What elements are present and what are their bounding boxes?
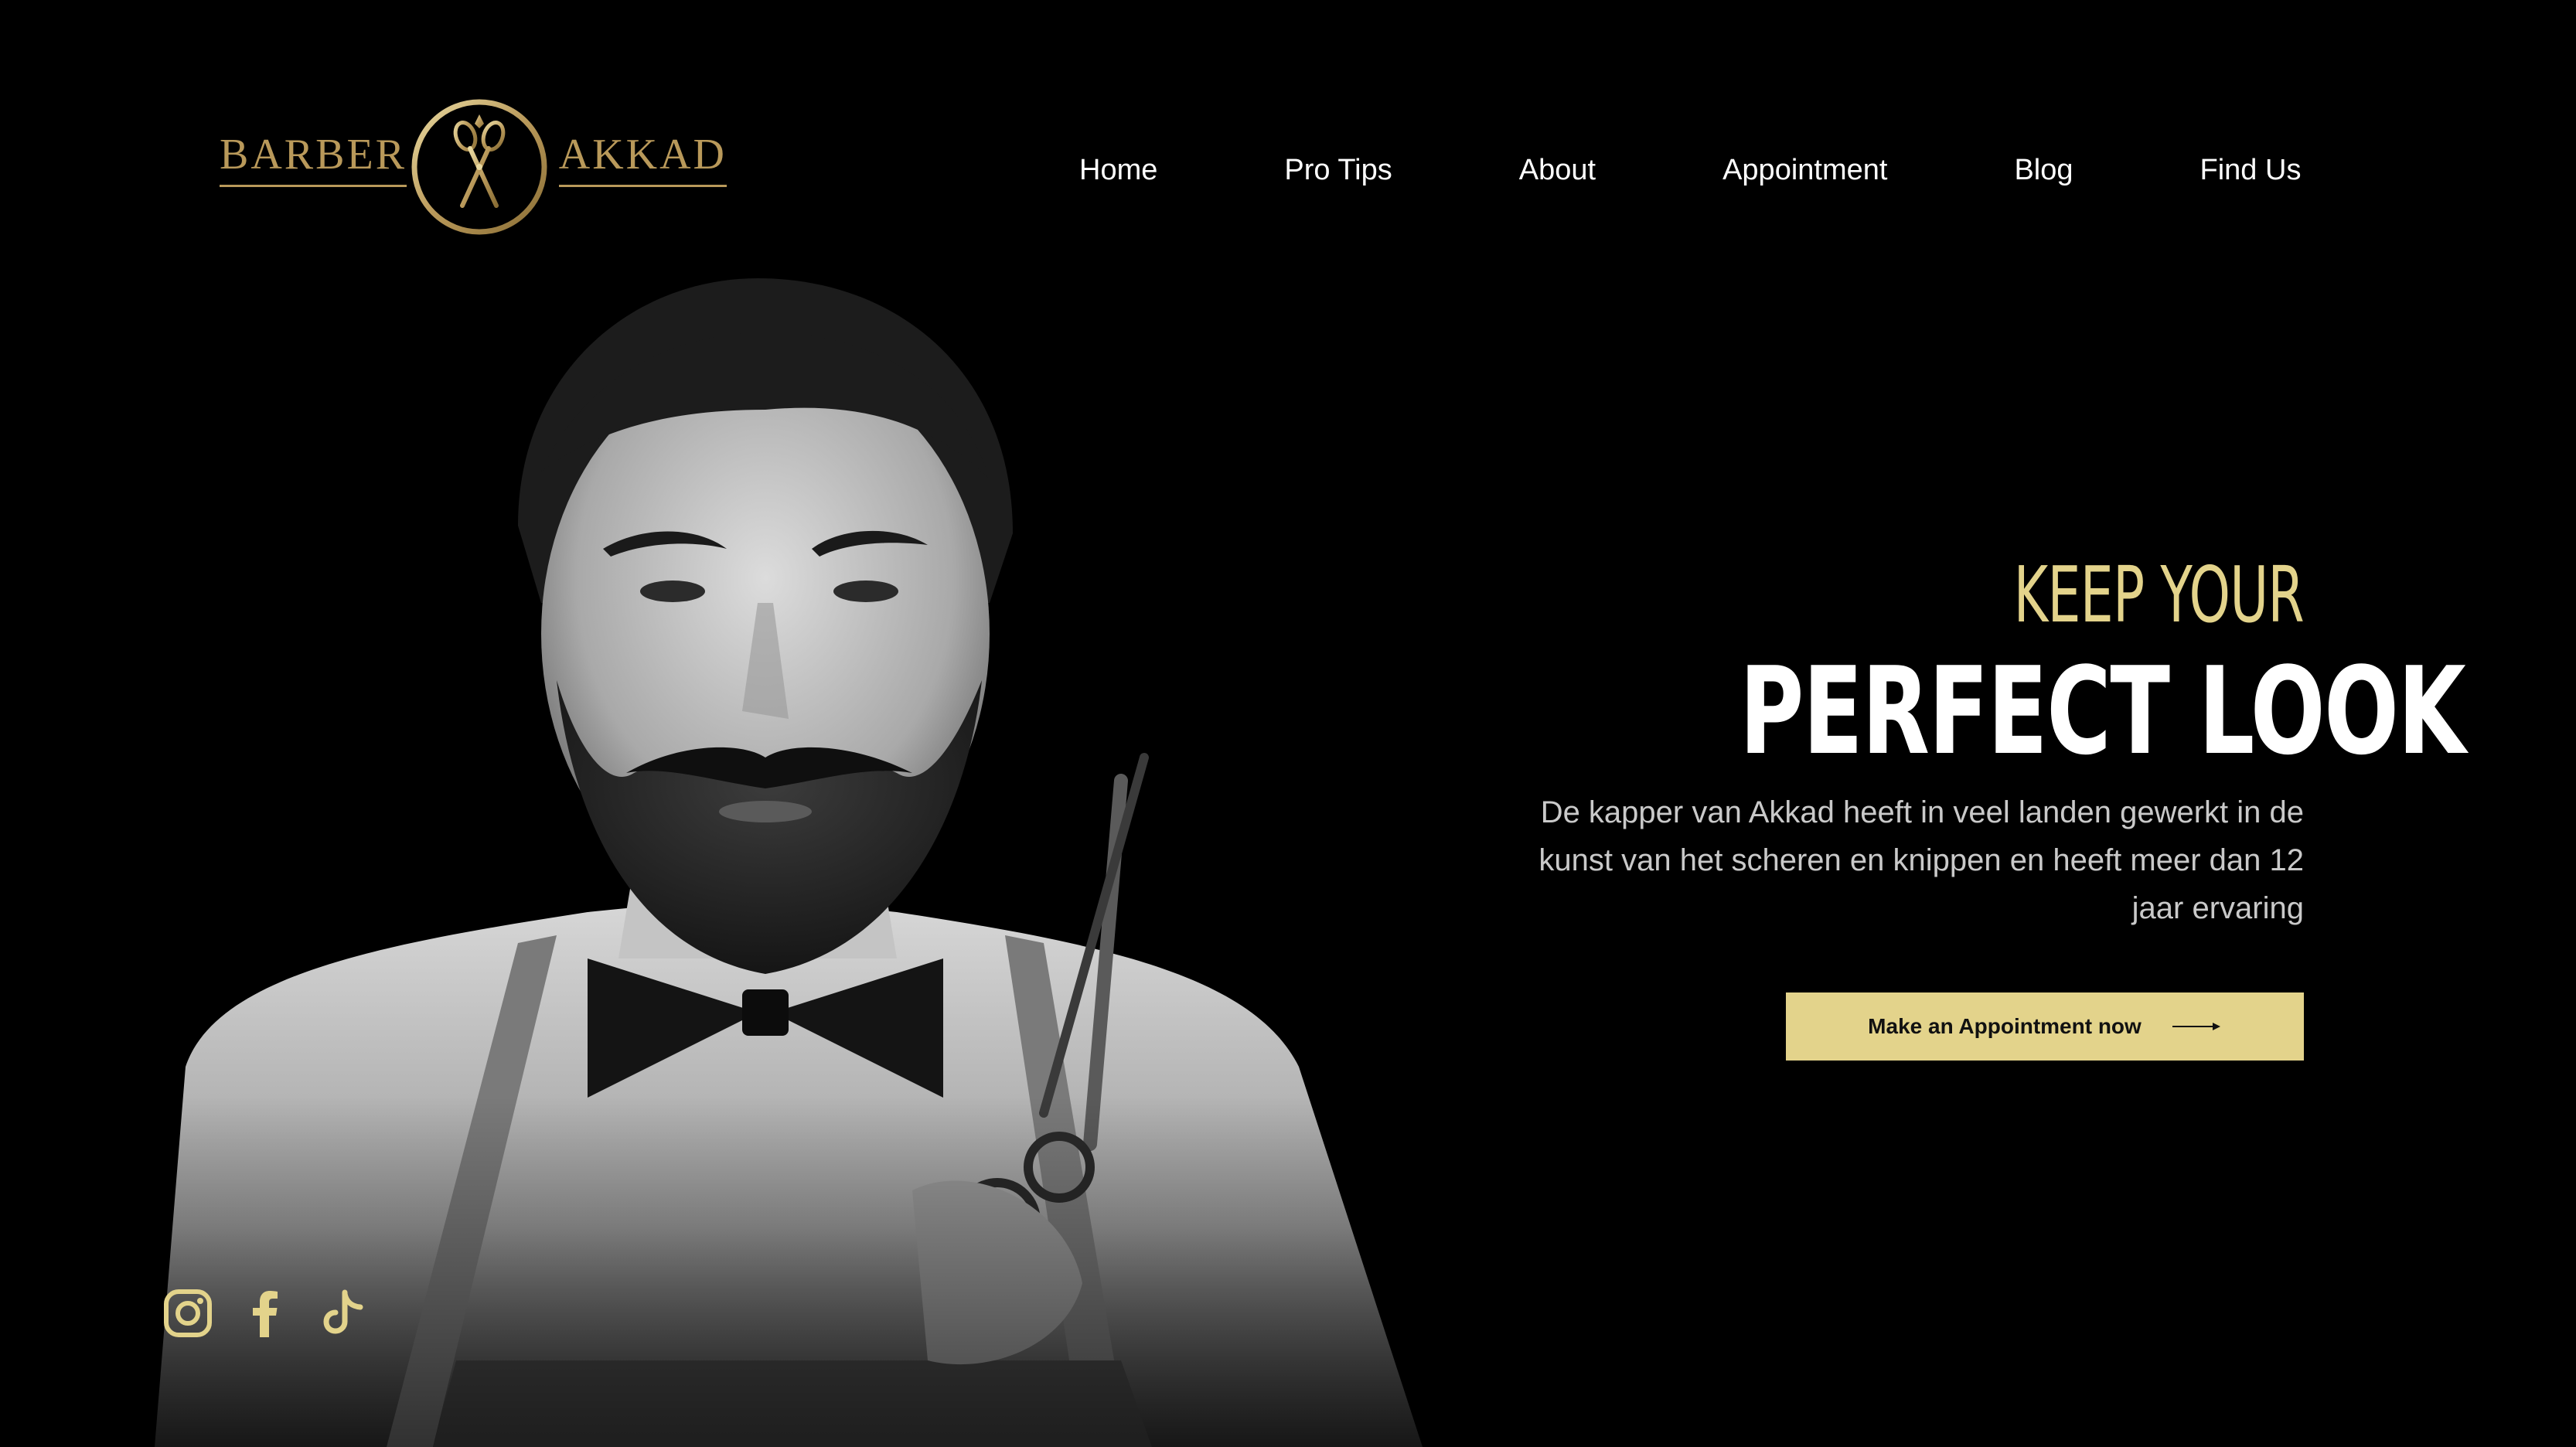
nav-item-find-us[interactable]: Find Us <box>2200 154 2302 187</box>
nav-item-pro-tips[interactable]: Pro Tips <box>1284 154 1392 187</box>
nav-item-appointment[interactable]: Appointment <box>1722 154 1887 187</box>
social-links <box>162 1288 368 1339</box>
cta-label: Make an Appointment now <box>1868 1014 2142 1038</box>
hero-kicker: KEEP YOUR <box>2013 550 2305 640</box>
landing-page: BARBER AKKAD Home Pro Tips About Appoint… <box>0 0 2576 1447</box>
tiktok-icon[interactable] <box>317 1288 368 1339</box>
barber-portrait-image <box>155 278 1423 1447</box>
facebook-icon[interactable] <box>240 1288 291 1339</box>
nav-item-blog[interactable]: Blog <box>2014 154 2073 187</box>
hero-section: KEEP YOUR PERFECT LOOK De kapper van Akk… <box>1531 550 2466 932</box>
hero-title: PERFECT LOOK <box>1739 641 2466 781</box>
arrow-right-icon <box>2172 1023 2220 1030</box>
nav-item-home[interactable]: Home <box>1079 154 1157 187</box>
scissors-circle-icon <box>411 99 547 235</box>
instagram-icon[interactable] <box>162 1288 213 1339</box>
nav-item-about[interactable]: About <box>1519 154 1596 187</box>
hero-description: De kapper van Akkad heeft in veel landen… <box>1538 795 2304 925</box>
make-appointment-button[interactable]: Make an Appointment now <box>1786 992 2304 1061</box>
main-nav: Home Pro Tips About Appointment Blog Fin… <box>1079 147 2301 193</box>
logo-word-barber: BARBER <box>220 131 407 187</box>
logo-word-akkad: AKKAD <box>558 131 727 187</box>
brand-logo[interactable]: BARBER AKKAD <box>220 96 727 243</box>
